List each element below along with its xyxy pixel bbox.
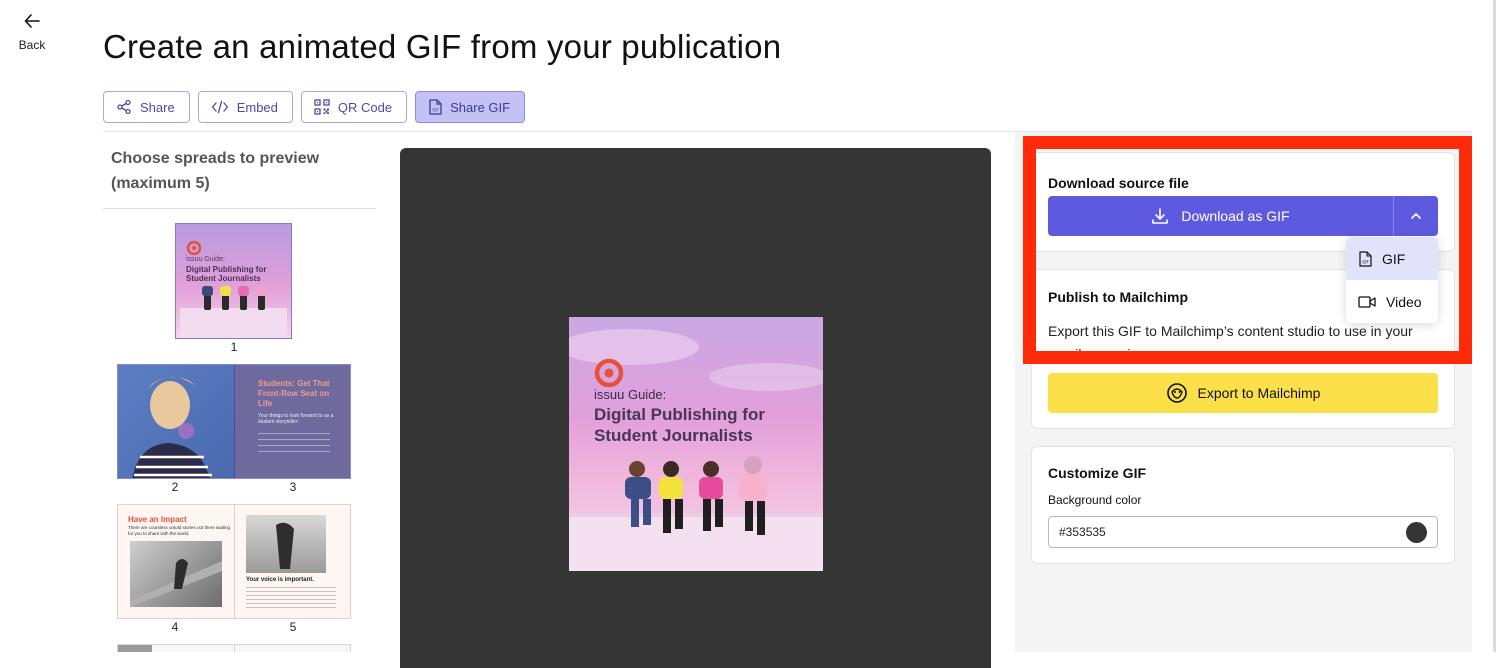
spread-2-photo <box>118 365 234 478</box>
spread-4-headline: Have an Impact <box>128 515 187 524</box>
mailchimp-logo-icon <box>1166 383 1187 403</box>
svg-text:GIF: GIF <box>1362 259 1369 264</box>
spread-fold <box>234 505 235 618</box>
spread-thumbnail-2-3[interactable]: Students: Get That Front-Row Seat on Lif… <box>117 364 351 479</box>
download-split-button: Download as GIF <box>1048 196 1438 236</box>
tab-embed-label: Embed <box>236 99 278 115</box>
code-icon <box>211 100 228 114</box>
spread-fold <box>234 645 235 652</box>
page-number-4: 4 <box>171 620 179 634</box>
spread-3-page: Students: Get That Front-Row Seat on Lif… <box>234 365 350 478</box>
spread-5-photo <box>246 515 326 573</box>
spread-4-photo <box>130 541 222 607</box>
preview-cover-title-line2: Student Journalists <box>594 426 753 445</box>
download-card-title: Download source file <box>1048 175 1189 191</box>
arrow-left-icon <box>24 14 40 28</box>
download-icon <box>1152 208 1169 224</box>
page-number-3: 3 <box>289 480 297 494</box>
background-color-value: #353535 <box>1059 525 1106 539</box>
gif-file-icon: GIF <box>429 99 442 115</box>
format-dropdown-menu: GIF GIF Video <box>1346 237 1438 323</box>
tab-share-label: Share <box>140 99 175 115</box>
mailchimp-card-title: Publish to Mailchimp <box>1048 289 1189 305</box>
color-swatch[interactable] <box>1406 521 1427 543</box>
preview-cover: issuu Guide: Digital Publishing for Stud… <box>569 317 823 571</box>
thumb-cover-brand: issuu Guide: <box>186 256 225 263</box>
page-number-1: 1 <box>230 340 238 354</box>
tab-share-gif[interactable]: GIF Share GIF <box>415 91 526 123</box>
gif-file-icon: GIF <box>1359 250 1372 267</box>
spread-4-sub: There are countless untold stories out t… <box>128 525 231 536</box>
page-number-5: 5 <box>289 620 297 634</box>
share-icon <box>117 99 131 115</box>
tab-qr-code-label: QR Code <box>337 99 393 115</box>
page-title: Create an animated GIF from your publica… <box>103 28 782 65</box>
tab-share[interactable]: Share <box>103 91 190 123</box>
spread-5-headline: Your voice is important. <box>246 577 314 583</box>
preview-cover-brand: issuu Guide: <box>594 387 667 402</box>
back-label: Back <box>18 38 46 52</box>
spreads-heading: Choose spreads to preview (maximum 5) <box>111 150 320 192</box>
download-as-gif-button[interactable]: Download as GIF <box>1048 196 1394 236</box>
mailchimp-button-label: Export to Mailchimp <box>1197 385 1321 401</box>
customize-card: Customize GIF Background color #353535 <box>1031 446 1455 564</box>
spread-thumbnail-4-5[interactable]: Have an Impact There are countless untol… <box>117 504 351 619</box>
background-color-input[interactable]: #353535 <box>1048 516 1438 548</box>
mailchimp-description: Export this GIF to Mailchimp’s content s… <box>1048 323 1413 362</box>
spread-3-headline: Students: Get That Front-Row Seat on Lif… <box>258 379 330 408</box>
spread-5-text-lines <box>246 587 336 609</box>
spread-3-sub: Your things to look forward to as a stud… <box>258 413 334 425</box>
tab-share-gif-label: Share GIF <box>450 99 511 115</box>
qr-code-icon <box>314 99 330 115</box>
thumb-cover-title-line1: Digital Publishing for <box>186 265 267 274</box>
thumb-cover-title: Digital Publishing for Student Journalis… <box>186 265 291 283</box>
background-color-label: Background color <box>1048 493 1142 507</box>
tab-qr-code[interactable]: QR Code <box>300 91 408 123</box>
gif-preview: issuu Guide: Digital Publishing for Stud… <box>400 148 991 668</box>
tab-embed[interactable]: Embed <box>197 91 293 123</box>
spread-thumbnail-next[interactable] <box>117 644 351 652</box>
spread-3-list <box>258 433 330 457</box>
spread-fold <box>234 365 235 478</box>
dropdown-option-gif[interactable]: GIF GIF <box>1346 237 1438 280</box>
preview-cover-title-line1: Digital Publishing for <box>594 405 765 424</box>
dropdown-option-video[interactable]: Video <box>1346 280 1438 323</box>
spread-thumbnail-1[interactable]: issuu Guide: Digital Publishing for Stud… <box>175 223 292 339</box>
spread-next-photo <box>118 645 152 652</box>
preview-cover-title: Digital Publishing for Student Journalis… <box>594 404 819 446</box>
download-button-label: Download as GIF <box>1181 208 1290 224</box>
video-icon <box>1358 295 1376 308</box>
share-tabs: Share Embed QR Code GIF Share GIF <box>103 91 526 123</box>
thumb-cover-title-line2: Student Journalists <box>186 274 261 283</box>
dropdown-option-video-label: Video <box>1386 293 1422 310</box>
dropdown-option-gif-label: GIF <box>1382 250 1406 267</box>
export-to-mailchimp-button[interactable]: Export to Mailchimp <box>1048 373 1438 413</box>
back-button[interactable]: Back <box>14 12 50 52</box>
spreads-panel: Choose spreads to preview (maximum 5) is… <box>103 132 376 652</box>
svg-text:GIF: GIF <box>432 108 439 113</box>
format-dropdown-toggle[interactable] <box>1394 196 1438 236</box>
customize-card-title: Customize GIF <box>1048 465 1147 481</box>
page-number-2: 2 <box>171 480 179 494</box>
chevron-up-icon <box>1411 213 1421 219</box>
spreads-divider <box>103 208 376 209</box>
